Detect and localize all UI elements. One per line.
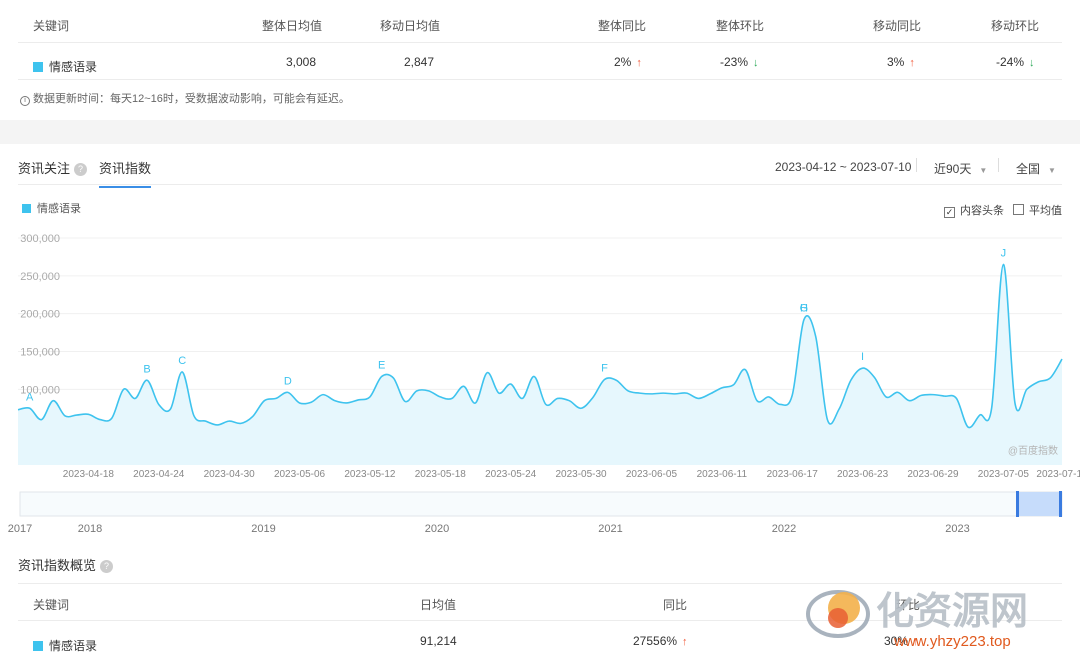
annotation-label: F xyxy=(601,362,608,374)
caret-down-icon: ▼ xyxy=(1048,166,1056,175)
overview-yoy-cell: 27556% ↑ xyxy=(633,634,688,648)
overall-mom-value: -23% xyxy=(720,55,749,69)
overview-title: 资讯指数概览? xyxy=(18,555,114,574)
date-range-picker[interactable]: 2023-04-12 ~ 2023-07-10 xyxy=(775,160,911,174)
x-tick-label: 2023-04-24 xyxy=(133,469,185,480)
series-area xyxy=(18,264,1062,465)
baidu-index-watermark: @百度指数 xyxy=(1008,444,1058,457)
navigator-year-label: 2018 xyxy=(78,523,102,535)
site-watermark: 化资源网 www.yhzy223.top xyxy=(798,578,1068,650)
y-tick-label: 150,000 xyxy=(20,347,60,359)
arrow-down-icon: ↓ xyxy=(1029,57,1035,69)
x-tick-label: 2023-06-11 xyxy=(697,469,748,480)
section-divider xyxy=(0,120,1080,144)
series-color-swatch xyxy=(33,62,43,72)
help-icon[interactable]: ? xyxy=(100,560,114,573)
navigator-left-handle[interactable] xyxy=(1016,491,1019,517)
mobile-yoy-value: 3% xyxy=(887,55,905,69)
arrow-up-icon: ↑ xyxy=(682,636,688,648)
overall-yoy-cell: 2% ↑ xyxy=(614,55,642,69)
header-mobile-avg: 移动日均值 xyxy=(380,19,441,33)
checkbox-checked-icon: ✓ xyxy=(944,207,955,218)
x-tick-label: 2023-07-10 xyxy=(1036,469,1080,480)
overall-avg-value: 3,008 xyxy=(286,55,317,69)
checkbox-content-headline[interactable]: ✓ 内容头条 xyxy=(944,202,1004,218)
x-tick-label: 2023-04-18 xyxy=(63,469,115,480)
checkbox-average[interactable]: 平均值 xyxy=(1013,202,1062,218)
header-overall-yoy: 整体同比 xyxy=(598,19,647,33)
tab-info-attention[interactable]: 资讯关注? xyxy=(18,158,88,177)
info-icon: i xyxy=(20,96,30,106)
legend-swatch xyxy=(22,204,31,213)
overall-mom-cell: -23% ↓ xyxy=(720,55,759,69)
navigator-year-label: 2023 xyxy=(945,523,969,535)
header-keyword: 关键词 xyxy=(33,19,70,33)
arrow-up-icon: ↑ xyxy=(636,57,642,69)
navigator-year-label: 2017 xyxy=(8,523,32,535)
x-tick-label: 2023-06-29 xyxy=(907,469,959,480)
row-keyword[interactable]: 情感语录 xyxy=(33,58,97,75)
annotation-label: E xyxy=(378,359,385,371)
arrow-down-icon: ↓ xyxy=(753,57,759,69)
x-tick-label: 2023-05-30 xyxy=(555,469,607,480)
x-tick-label: 2023-05-18 xyxy=(415,469,467,480)
range-navigator[interactable]: 2017 2018 2019 2020 2021 2022 2023 xyxy=(0,488,1080,538)
overview-header-yoy: 同比 xyxy=(663,598,688,612)
navigator-selection[interactable] xyxy=(1017,492,1061,516)
x-tick-label: 2023-05-24 xyxy=(485,469,537,480)
header-overall-avg: 整体日均值 xyxy=(262,19,323,33)
mobile-avg-value: 2,847 xyxy=(404,55,435,69)
mobile-mom-cell: -24% ↓ xyxy=(996,55,1035,69)
chart-legend[interactable]: 情感语录 xyxy=(22,200,81,216)
navigator-years: 2017 2018 2019 2020 2021 2022 2023 xyxy=(8,523,970,535)
checkbox-unchecked-icon xyxy=(1013,204,1024,215)
index-line-chart[interactable]: 300,000250,000200,000150,000100,00050,00… xyxy=(0,225,1080,485)
annotation-label: J xyxy=(1001,247,1007,259)
annotation-label: H xyxy=(800,303,808,315)
caret-down-icon: ▼ xyxy=(979,166,988,175)
x-tick-label: 2023-07-05 xyxy=(978,469,1030,480)
overview-avg-value: 91,214 xyxy=(420,634,457,648)
overview-header-keyword: 关键词 xyxy=(33,598,70,612)
annotation-label: D xyxy=(284,375,292,387)
navigator-year-label: 2020 xyxy=(425,523,449,535)
y-tick-label: 250,000 xyxy=(20,271,60,283)
mobile-yoy-cell: 3% ↑ xyxy=(887,55,915,69)
header-mobile-mom: 移动环比 xyxy=(991,19,1040,33)
annotation-label: I xyxy=(861,351,864,363)
overview-yoy-value: 27556% xyxy=(633,634,678,648)
annotation-label: A xyxy=(26,391,34,403)
overall-yoy-value: 2% xyxy=(614,55,632,69)
watermark-text: 化资源网 xyxy=(876,591,1028,633)
y-tick-label: 200,000 xyxy=(20,309,60,321)
x-tick-label: 2023-04-30 xyxy=(204,469,256,480)
x-tick-label: 2023-06-05 xyxy=(626,469,678,480)
region-select[interactable]: 全国 ▼ xyxy=(1016,160,1056,177)
y-tick-label: 300,000 xyxy=(20,233,60,245)
navigator-right-handle[interactable] xyxy=(1059,491,1062,517)
arrow-up-icon: ↑ xyxy=(909,57,915,69)
overview-header-avg: 日均值 xyxy=(420,598,457,612)
overview-row-keyword[interactable]: 情感语录 xyxy=(33,637,97,654)
navigator-year-label: 2022 xyxy=(772,523,796,535)
annotation-label: B xyxy=(143,363,150,375)
period-select[interactable]: 近90天 ▼ xyxy=(934,160,987,177)
navigator-year-label: 2019 xyxy=(251,523,275,535)
annotation-label: C xyxy=(178,355,186,367)
header-mobile-yoy: 移动同比 xyxy=(873,19,922,33)
watermark-url: www.yhzy223.top xyxy=(893,633,1011,650)
navigator-year-label: 2021 xyxy=(598,523,622,535)
site-logo-icon: 化资源网 www.yhzy223.top xyxy=(806,590,1028,650)
update-note: i 数据更新时间：每天12~16时，受数据波动影响，可能会有延迟。 xyxy=(20,90,350,106)
x-tick-label: 2023-05-12 xyxy=(344,469,396,480)
header-overall-mom: 整体环比 xyxy=(716,19,765,33)
x-tick-label: 2023-05-06 xyxy=(274,469,326,480)
x-axis-ticks: 2023-04-18 2023-04-24 2023-04-30 2023-05-06… xyxy=(63,469,1080,480)
x-tick-label: 2023-06-23 xyxy=(837,469,889,480)
mobile-mom-value: -24% xyxy=(996,55,1025,69)
x-tick-label: 2023-06-17 xyxy=(767,469,819,480)
series-color-swatch xyxy=(33,641,43,651)
help-icon[interactable]: ? xyxy=(74,163,88,176)
